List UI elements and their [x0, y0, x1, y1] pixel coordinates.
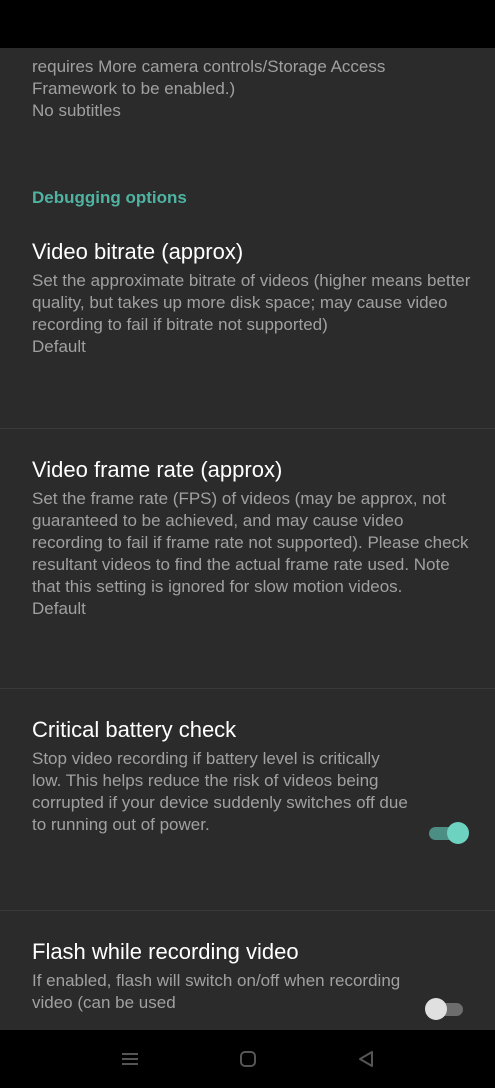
flash-recording-summary: If enabled, flash will switch on/off whe…	[32, 971, 401, 1012]
critical-battery-setting[interactable]: Critical battery check Stop video record…	[32, 716, 412, 836]
divider	[0, 428, 495, 429]
video-frame-rate-summary: Set the frame rate (FPS) of videos (may …	[32, 489, 469, 596]
video-frame-rate-value: Default	[32, 599, 86, 618]
critical-battery-title: Critical battery check	[32, 717, 237, 742]
back-triangle-icon[interactable]	[352, 1045, 380, 1073]
divider	[0, 910, 495, 911]
critical-battery-switch[interactable]	[425, 822, 471, 844]
switch-thumb	[425, 998, 447, 1020]
flash-recording-setting[interactable]: Flash while recording video If enabled, …	[32, 938, 412, 1014]
flash-recording-switch[interactable]	[425, 998, 471, 1020]
flash-recording-title: Flash while recording video	[32, 939, 299, 964]
navigation-bar	[0, 1030, 495, 1088]
video-bitrate-value: Default	[32, 337, 86, 356]
critical-battery-summary: Stop video recording if battery level is…	[32, 749, 408, 834]
status-bar	[0, 0, 495, 48]
video-frame-rate-setting[interactable]: Video frame rate (approx) Set the frame …	[32, 456, 472, 620]
subtitles-summary: requires More camera controls/Storage Ac…	[32, 57, 386, 98]
home-icon[interactable]	[234, 1045, 262, 1073]
debugging-category-header: Debugging options	[32, 188, 187, 207]
video-bitrate-title: Video bitrate (approx)	[32, 239, 244, 264]
divider	[0, 688, 495, 689]
settings-list[interactable]: requires More camera controls/Storage Ac…	[0, 48, 495, 1030]
video-frame-rate-title: Video frame rate (approx)	[32, 457, 283, 482]
video-bitrate-setting[interactable]: Video bitrate (approx) Set the approxima…	[32, 238, 472, 358]
menu-icon[interactable]	[116, 1045, 144, 1073]
video-bitrate-summary: Set the approximate bitrate of videos (h…	[32, 271, 471, 334]
subtitles-setting-fragment[interactable]: requires More camera controls/Storage Ac…	[32, 56, 472, 122]
switch-thumb	[447, 822, 469, 844]
subtitles-value: No subtitles	[32, 101, 121, 120]
